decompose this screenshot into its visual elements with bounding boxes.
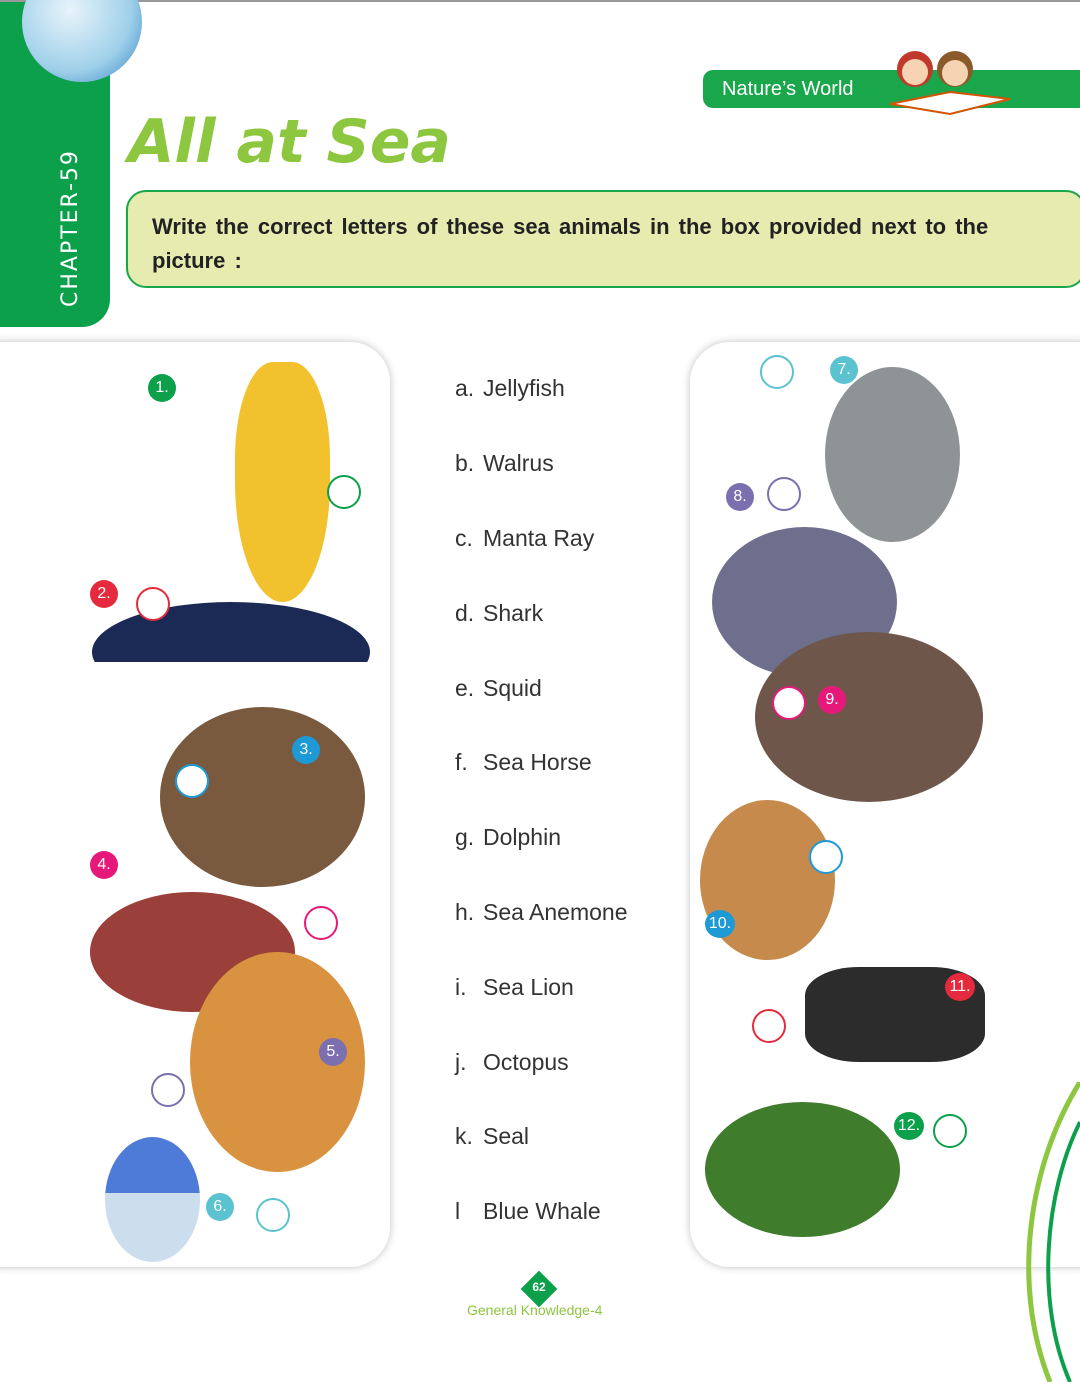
picture-number: 1. [148, 374, 176, 402]
answer-circle-1[interactable] [327, 475, 361, 509]
seahorse-image [235, 362, 330, 602]
answer-circle-7[interactable] [760, 355, 794, 389]
page-number: 62 [532, 1280, 546, 1294]
answer-circle-9[interactable] [772, 686, 806, 720]
reading-kids-illustration [889, 51, 1011, 116]
answer-circle-6[interactable] [256, 1198, 290, 1232]
picture-number: 4. [90, 851, 118, 879]
picture-number: 2. [90, 580, 118, 608]
sea-anemone-image [705, 1102, 900, 1237]
option-item: g. Dolphin [455, 824, 561, 850]
jellyfish-image [105, 1137, 200, 1262]
answer-circle-12[interactable] [933, 1114, 967, 1148]
picture-number: 8. [726, 483, 754, 511]
answer-circle-11[interactable] [752, 1009, 786, 1043]
option-item: f. Sea Horse [455, 749, 592, 775]
picture-number: 5. [319, 1038, 347, 1066]
option-item: b. Walrus [455, 450, 554, 476]
answer-circle-2[interactable] [136, 587, 170, 621]
decorative-swoosh [1026, 1082, 1080, 1382]
shark-image [825, 367, 960, 542]
answer-circle-5[interactable] [151, 1073, 185, 1107]
series-title: Nature’s World [722, 78, 854, 100]
option-item: d. Shark [455, 600, 544, 626]
picture-number: 7. [830, 356, 858, 384]
option-item: j. Octopus [455, 1049, 569, 1075]
book-title: General Knowledge-4 [467, 1302, 603, 1318]
answer-circle-3[interactable] [175, 764, 209, 798]
picture-number: 10. [705, 910, 735, 938]
option-item: c. Manta Ray [455, 525, 595, 551]
option-item: k. Seal [455, 1123, 530, 1149]
option-item: l Blue Whale [455, 1198, 601, 1224]
page-title: All at Sea [128, 107, 451, 177]
killer-whale-image [92, 602, 370, 702]
answer-circle-10[interactable] [809, 840, 843, 874]
answer-circle-4[interactable] [304, 906, 338, 940]
answer-circle-8[interactable] [767, 477, 801, 511]
instruction-box: Write the correct letters of these sea a… [126, 190, 1080, 288]
option-item: i. Sea Lion [455, 974, 574, 1000]
picture-number: 11. [945, 973, 975, 1001]
option-item: e. Squid [455, 675, 542, 701]
chapter-label: CHAPTER-59 [58, 149, 83, 307]
option-item: h. Sea Anemone [455, 899, 628, 925]
option-item: a. Jellyfish [455, 375, 565, 401]
picture-number: 9. [818, 686, 846, 714]
picture-number: 3. [292, 736, 320, 764]
picture-number: 6. [206, 1193, 234, 1221]
picture-number: 12. [894, 1112, 924, 1140]
